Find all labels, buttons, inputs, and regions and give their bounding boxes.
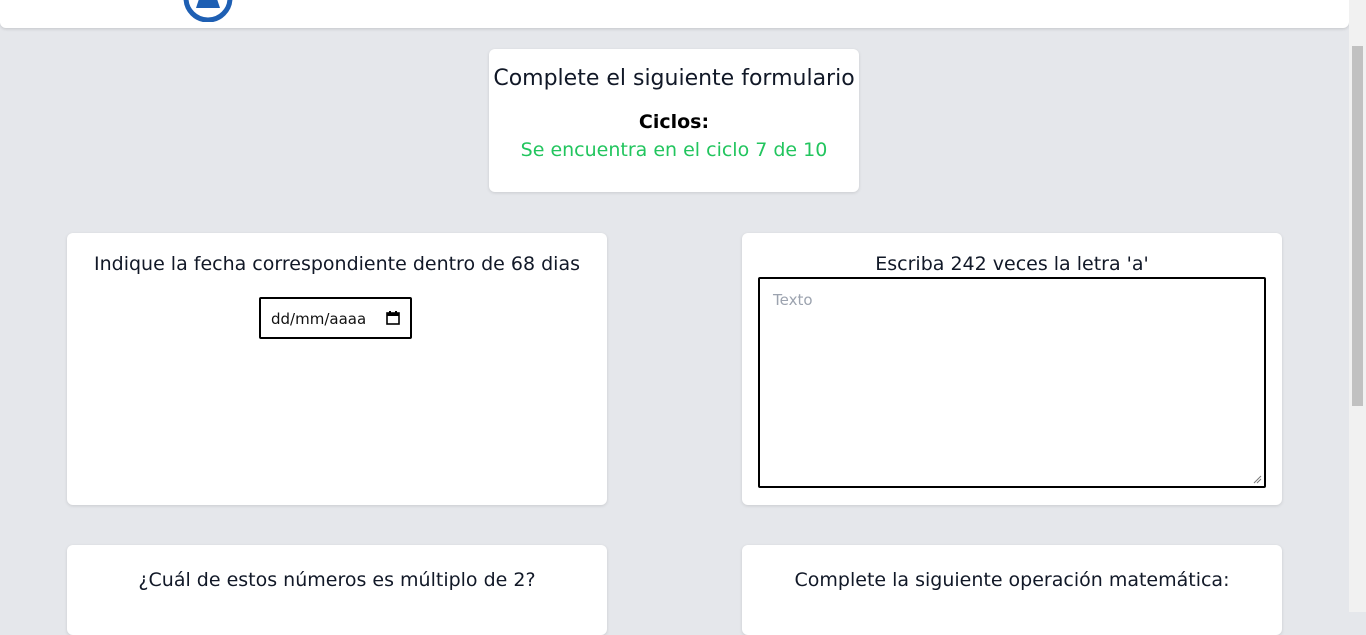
- date-input[interactable]: dd/mm/aaaa: [259, 297, 412, 339]
- question-prompt: Complete la siguiente operación matemáti…: [794, 569, 1230, 591]
- form-header-card: Complete el siguiente formulario Ciclos:…: [489, 49, 859, 192]
- textarea-placeholder: Texto: [773, 291, 813, 309]
- cycle-status-text: Se encuentra en el ciclo 7 de 10: [520, 139, 828, 161]
- page-scrollbar[interactable]: [1349, 0, 1366, 612]
- question-card-date: Indique la fecha correspondiente dentro …: [67, 233, 607, 505]
- page-title: Complete el siguiente formulario: [493, 66, 855, 91]
- top-navbar: [0, 0, 1349, 28]
- logo-icon[interactable]: [180, 0, 420, 22]
- question-prompt: Indique la fecha correspondiente dentro …: [93, 253, 581, 275]
- text-answer-textarea[interactable]: Texto: [758, 277, 1266, 488]
- question-prompt: ¿Cuál de estos números es múltiplo de 2?: [138, 569, 536, 591]
- scrollbar-thumb[interactable]: [1352, 46, 1363, 406]
- calendar-icon[interactable]: [386, 311, 400, 325]
- resize-grip-icon[interactable]: [1253, 475, 1262, 484]
- question-prompt: Escriba 242 veces la letra 'a': [875, 253, 1149, 275]
- question-card-math: Complete la siguiente operación matemáti…: [742, 545, 1282, 635]
- date-placeholder: dd/mm/aaaa: [271, 310, 367, 328]
- cycles-label: Ciclos:: [638, 111, 710, 133]
- question-card-multiple: ¿Cuál de estos números es múltiplo de 2?: [67, 545, 607, 635]
- question-card-text: Escriba 242 veces la letra 'a' Texto: [742, 233, 1282, 505]
